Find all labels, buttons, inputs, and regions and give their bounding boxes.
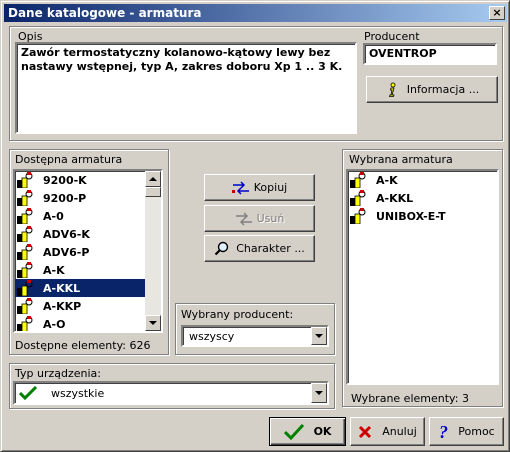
list-item-label: UNIBOX-E-T — [376, 209, 446, 223]
available-count: Dostępne elementy: 626 — [15, 339, 151, 352]
device-type-label: Typ urządzenia: — [15, 367, 102, 380]
selected-producer-label: Wybrany producent: — [181, 308, 294, 321]
valve-icon — [17, 280, 33, 296]
close-icon: × — [492, 6, 502, 19]
check-icon — [283, 423, 304, 440]
copy-button[interactable]: Kopiuj — [204, 174, 315, 201]
list-item[interactable]: ADV6-P — [15, 243, 161, 261]
svg-text:?: ? — [439, 423, 448, 441]
valve-icon — [17, 298, 33, 314]
available-scrollbar[interactable] — [145, 171, 161, 331]
valve-icon — [17, 226, 33, 242]
list-item[interactable]: UNIBOX-E-T — [348, 207, 497, 225]
remove-button[interactable]: Usuń — [204, 205, 315, 232]
available-items: 9200-K 9200-P A-0 ADV6-K ADV6-P A-K A-KKL A-KKP… — [15, 171, 161, 331]
remove-arrows-icon — [235, 211, 252, 226]
character-button[interactable]: Charakter ... — [204, 235, 315, 262]
list-item-label: A-K — [43, 263, 65, 277]
scroll-down-button[interactable] — [145, 315, 161, 331]
character-button-label: Charakter ... — [236, 242, 305, 255]
scroll-thumb[interactable] — [145, 187, 161, 197]
valve-icon — [350, 190, 366, 206]
list-item-label: 9200-K — [43, 173, 87, 187]
valve-icon — [17, 244, 33, 260]
selected-label: Wybrana armatura — [349, 153, 453, 166]
list-item[interactable]: A-0 — [15, 207, 161, 225]
list-item[interactable]: A-KKL — [15, 279, 161, 297]
selected-count: Wybrane elementy: 3 — [351, 392, 469, 405]
list-item[interactable]: A-KKP — [15, 297, 161, 315]
list-item[interactable]: 9200-K — [15, 171, 161, 189]
close-button[interactable]: × — [489, 6, 505, 20]
valve-icon — [17, 262, 33, 278]
help-icon: ? — [439, 423, 448, 441]
valve-icon — [17, 172, 33, 188]
list-item-label: A-O — [43, 317, 66, 331]
help-button-label: Pomoc — [458, 425, 495, 438]
help-button[interactable]: ? Pomoc — [429, 417, 504, 446]
cancel-button[interactable]: Anuluj — [350, 417, 425, 446]
selected-producer-value: wszyscy — [189, 329, 235, 343]
copy-button-label: Kopiuj — [253, 181, 288, 194]
cancel-button-label: Anuluj — [382, 425, 417, 438]
list-item-label: ADV6-K — [43, 227, 90, 241]
list-item[interactable]: A-O — [15, 315, 161, 331]
opis-textarea[interactable]: Zawór termostatyczny kolanowo-kątowy lew… — [15, 42, 357, 134]
copy-arrows-icon — [231, 180, 249, 195]
title-bar[interactable]: Dane katalogowe - armatura × — [4, 4, 507, 22]
selected-producer-select[interactable]: wszyscy — [181, 325, 329, 347]
valve-icon — [17, 208, 33, 224]
valve-icon — [350, 208, 366, 224]
list-item-label: A-K — [376, 173, 398, 187]
remove-button-label: Usuń — [256, 212, 285, 225]
info-button[interactable]: Informacja ... — [366, 76, 498, 103]
list-item[interactable]: A-K — [348, 171, 497, 189]
list-item-label: ADV6-P — [43, 245, 90, 259]
valve-icon — [17, 316, 33, 331]
dialog-window: Dane katalogowe - armatura × Opis Zawór … — [0, 0, 510, 452]
list-item-label: A-KKL — [376, 191, 414, 205]
info-button-label: Informacja ... — [406, 83, 480, 96]
device-type-value: wszystkie — [51, 386, 105, 400]
list-item[interactable]: ADV6-K — [15, 225, 161, 243]
valve-icon — [350, 172, 366, 188]
ok-button[interactable]: OK — [269, 417, 346, 446]
magnifier-icon — [214, 241, 229, 255]
list-item[interactable]: A-K — [15, 261, 161, 279]
chevron-down-icon[interactable] — [311, 327, 327, 345]
chevron-down-icon[interactable] — [311, 383, 327, 403]
list-item-label: A-KKP — [43, 299, 82, 313]
selected-items: A-K A-KKL UNIBOX-E-T — [348, 171, 497, 225]
check-icon — [19, 386, 37, 400]
list-item-label: A-KKL — [43, 281, 81, 295]
list-item[interactable]: A-KKL — [348, 189, 497, 207]
selected-list[interactable]: A-K A-KKL UNIBOX-E-T — [346, 169, 499, 385]
ok-button-label: OK — [313, 425, 332, 438]
available-list[interactable]: 9200-K 9200-P A-0 ADV6-K ADV6-P A-K A-KKL A-KKP… — [13, 169, 163, 333]
device-type-select[interactable]: wszystkie — [13, 381, 329, 405]
cross-icon — [359, 425, 372, 438]
opis-text: Zawór termostatyczny kolanowo-kątowy lew… — [21, 46, 343, 73]
producent-field[interactable]: OVENTROP — [363, 43, 497, 65]
list-item[interactable]: 9200-P — [15, 189, 161, 207]
valve-icon — [17, 190, 33, 206]
scroll-up-button[interactable] — [145, 171, 161, 187]
list-item-label: 9200-P — [43, 191, 87, 205]
list-item-label: A-0 — [43, 209, 64, 223]
producent-label: Producent — [364, 30, 420, 43]
info-icon — [388, 82, 396, 97]
window-title: Dane katalogowe - armatura — [8, 6, 202, 20]
available-label: Dostępna armatura — [15, 153, 123, 166]
producent-value: OVENTROP — [369, 47, 437, 60]
